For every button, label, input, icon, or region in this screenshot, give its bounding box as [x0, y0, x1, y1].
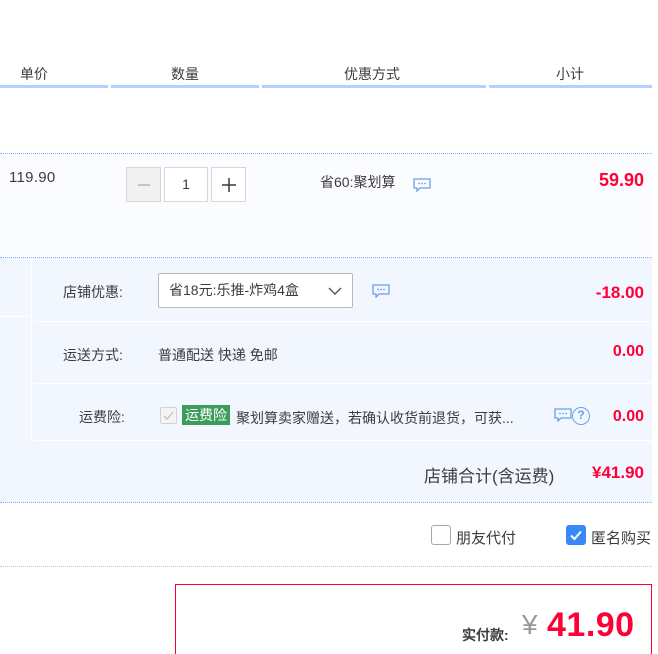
shipping-label: 运送方式:: [63, 347, 123, 363]
shop-left-tab: [0, 258, 32, 441]
item-subtotal: 59.90: [598, 170, 644, 190]
header-underline: [0, 85, 108, 88]
increase-quantity-button[interactable]: [211, 167, 246, 202]
insurance-checkbox[interactable]: [160, 407, 177, 424]
cart-header: 单价 数量 优惠方式 小计: [0, 0, 658, 90]
friend-pay-label: 朋友代付: [456, 530, 517, 547]
friend-pay-checkbox[interactable]: [431, 525, 451, 545]
shop-discount-selected: 省18元:乐推-炸鸡4盒: [169, 282, 299, 298]
quantity-stepper: 1: [126, 167, 246, 202]
insurance-tag: 运费险: [182, 405, 230, 425]
item-promo-text: 省60:聚划算: [320, 174, 396, 190]
decrease-quantity-button[interactable]: [126, 167, 161, 202]
anonymous-checkbox[interactable]: [566, 525, 586, 545]
anonymous-label: 匿名购买: [591, 530, 652, 547]
chevron-down-icon: [328, 287, 342, 295]
check-icon: [163, 411, 174, 421]
insurance-chat-icon[interactable]: [554, 408, 572, 422]
col-header-promo: 优惠方式: [344, 66, 400, 82]
payment-currency: ¥: [522, 609, 538, 640]
divider: [0, 566, 652, 567]
insurance-description: 聚划算卖家赠送，若确认收货前退货，可获...: [236, 410, 514, 426]
shop-discount-amount: -18.00: [595, 283, 644, 302]
payment-amount: 41.90: [547, 606, 635, 644]
cart-item-row: [0, 153, 652, 256]
shop-total-label: 店铺合计(含运费): [424, 467, 555, 486]
shop-total-value: ¥41.90: [592, 463, 644, 482]
check-icon: [570, 530, 582, 541]
plus-icon: [221, 177, 236, 192]
shipping-amount: 0.00: [612, 343, 644, 360]
shop-discount-label: 店铺优惠:: [63, 284, 123, 300]
shipping-row: [33, 322, 652, 384]
header-underline: [489, 85, 652, 88]
quantity-input[interactable]: 1: [164, 167, 208, 202]
insurance-label: 运费险:: [79, 409, 125, 425]
shop-left-divider: [0, 316, 32, 317]
col-header-quantity: 数量: [171, 66, 199, 82]
col-header-subtotal: 小计: [556, 66, 584, 82]
col-header-price: 单价: [20, 66, 48, 82]
minus-icon: [137, 183, 150, 186]
shipping-value: 普通配送 快递 免邮: [158, 347, 278, 363]
promo-chat-icon[interactable]: [413, 178, 431, 192]
header-underline: [262, 85, 486, 88]
insurance-amount: 0.00: [612, 408, 644, 425]
payment-label: 实付款:: [462, 627, 509, 643]
discount-chat-icon[interactable]: [372, 284, 390, 298]
unit-price: 119.90: [9, 169, 56, 186]
shop-discount-select[interactable]: 省18元:乐推-炸鸡4盒: [158, 273, 353, 308]
header-underline: [111, 85, 259, 88]
help-icon[interactable]: ?: [572, 407, 590, 425]
